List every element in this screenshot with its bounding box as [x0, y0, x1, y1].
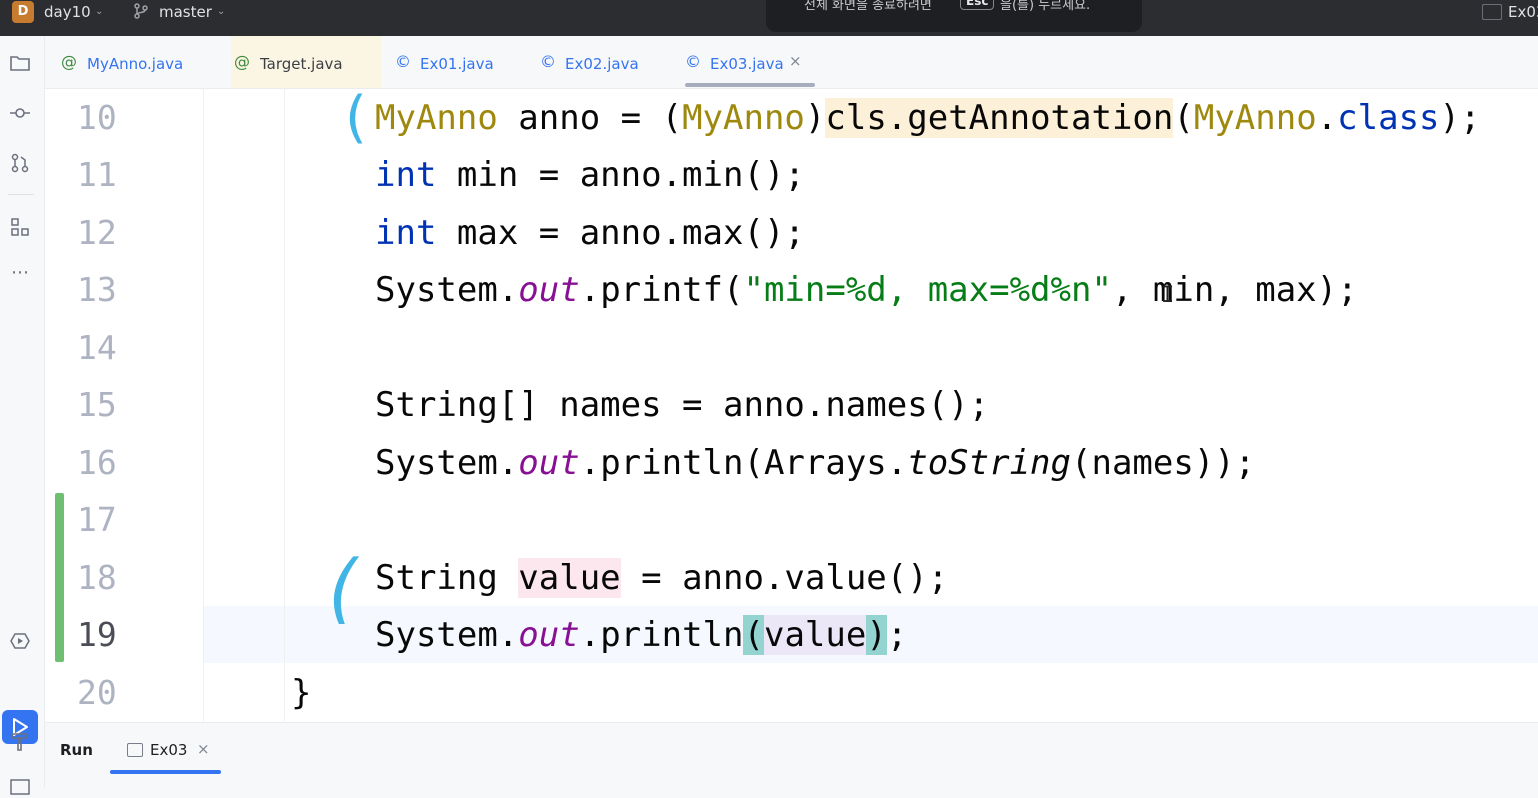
tab-target[interactable]: @ Target.java [231, 36, 381, 88]
folder-icon[interactable] [9, 52, 31, 74]
run-panel-title: Run [60, 741, 93, 759]
code-line-16: System.out.println(Arrays.toString(names… [375, 443, 1256, 483]
line-number: 14 [77, 328, 117, 367]
close-icon[interactable]: × [197, 740, 210, 758]
editor-tab-bar: @ MyAnno.java @ Target.java © Ex01.java … [45, 36, 1538, 89]
line-number: 13 [77, 270, 117, 309]
tab-label: MyAnno.java [87, 55, 184, 73]
code-line-20: } [291, 673, 312, 713]
line-gutter: 10 11 12 13 14 15 16 17 18 19 20 [45, 89, 204, 722]
terminal-icon[interactable] [9, 776, 31, 798]
line-number: 16 [77, 443, 117, 482]
run-tool-window: Run Ex03 × [45, 722, 1538, 789]
class-file-icon: © [395, 52, 411, 71]
code-line-15: String[] names = anno.names(); [375, 385, 990, 425]
structure-icon[interactable] [9, 216, 31, 238]
title-bar: D day10 ⌄ master ⌄ 전체 화면을 종료하려면 Esc 을(를)… [0, 0, 1538, 36]
line-number: 15 [77, 385, 117, 424]
vcs-added-marker[interactable] [55, 493, 64, 662]
line-number: 19 [77, 615, 117, 654]
tab-ex03[interactable]: © Ex03.java × [683, 36, 823, 88]
project-name[interactable]: day10 [44, 3, 91, 21]
code-line-11: int min = anno.min(); [375, 155, 805, 195]
code-line-18: String value = anno.value(); [375, 558, 949, 598]
tab-ex01[interactable]: © Ex01.java [393, 36, 523, 88]
code-line-13: System.out.printf("min=%d, max=%d%n", mi… [375, 270, 1358, 310]
tab-ex02[interactable]: © Ex02.java [539, 36, 669, 88]
tool-window-bar: ⋯ [0, 36, 45, 795]
pull-request-icon[interactable] [9, 152, 31, 174]
more-icon[interactable]: ⋯ [9, 262, 31, 284]
window-icon [1482, 4, 1502, 20]
esc-key-hint: Esc [960, 0, 995, 10]
services-icon[interactable] [9, 630, 31, 652]
line-number: 12 [77, 213, 117, 252]
active-tab-indicator [685, 83, 815, 87]
code-line-12: int max = anno.max(); [375, 213, 805, 253]
tab-label: Target.java [260, 55, 343, 73]
chevron-down-icon[interactable]: ⌄ [217, 6, 225, 17]
toolbar-divider [8, 194, 34, 195]
git-branch-icon[interactable] [132, 2, 150, 20]
line-number: 17 [77, 500, 117, 539]
branch-name[interactable]: master [159, 3, 212, 21]
code-line-19: System.out.println(value); [375, 615, 908, 655]
line-number: 18 [77, 558, 117, 597]
tab-label: Ex02.java [565, 55, 639, 73]
text-cursor-icon: I [1161, 283, 1175, 308]
notice-text: 을(를) 누르세요. [1000, 0, 1091, 13]
line-number: 11 [77, 155, 117, 194]
annotation-file-icon: @ [234, 52, 250, 71]
window-title: Ex03 [1508, 3, 1538, 21]
tab-label: Ex01.java [420, 55, 494, 73]
code-line-10: MyAnno anno = (MyAnno)cls.getAnnotation(… [375, 98, 1481, 138]
tab-myanno[interactable]: @ MyAnno.java [59, 36, 219, 88]
fold-column [204, 89, 285, 722]
code-editor[interactable]: 10 11 12 13 14 15 16 17 18 19 20 ( ( MyA… [45, 85, 1538, 722]
chevron-down-icon[interactable]: ⌄ [95, 6, 103, 17]
scope-indicator: ( [345, 85, 367, 150]
notice-text: 전체 화면을 종료하려면 [804, 0, 932, 13]
run-tab-ex03[interactable]: Ex03 [150, 741, 187, 759]
console-icon [127, 743, 143, 757]
line-number: 10 [77, 98, 117, 137]
project-badge[interactable]: D [12, 1, 34, 23]
close-icon[interactable]: × [789, 52, 802, 70]
build-hammer-icon[interactable] [9, 730, 31, 752]
fullscreen-notice: 전체 화면을 종료하려면 Esc 을(를) 누르세요. [766, 0, 1142, 32]
line-number: 20 [77, 673, 117, 712]
commit-icon[interactable] [9, 102, 31, 124]
active-tab-indicator [110, 770, 221, 774]
annotation-file-icon: @ [61, 52, 77, 71]
class-file-icon: © [540, 52, 556, 71]
tab-label: Ex03.java [710, 55, 784, 73]
runnable-class-icon: © [685, 52, 701, 71]
